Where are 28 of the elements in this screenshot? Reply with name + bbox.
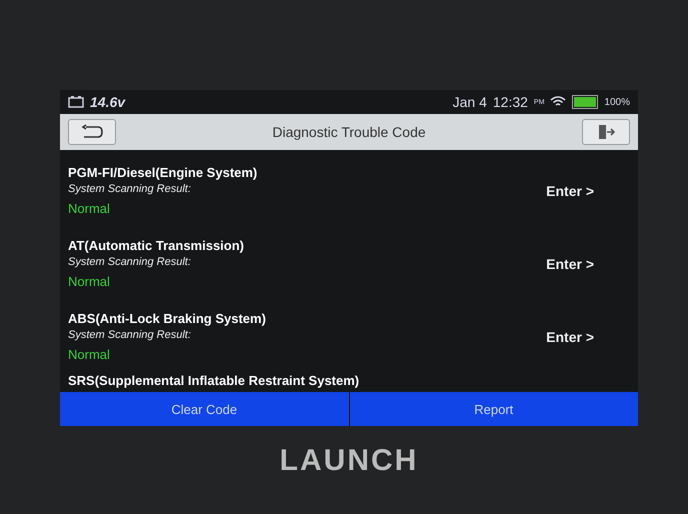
system-name: AT(Automatic Transmission) xyxy=(68,238,244,253)
battery-voltage-icon xyxy=(68,96,84,108)
system-name: SRS(Supplemental Inflatable Restraint System) xyxy=(68,373,360,388)
back-arrow-icon xyxy=(80,124,104,140)
time-text: 12:32 xyxy=(492,94,528,110)
exit-door-icon xyxy=(597,124,615,140)
exit-button[interactable] xyxy=(582,119,630,145)
system-name: PGM-FI/Diesel(Engine System) xyxy=(68,165,258,180)
page-title: Diagnostic Trouble Code xyxy=(272,124,426,140)
back-button[interactable] xyxy=(68,119,116,145)
system-name: ABS(Anti-Lock Braking System) xyxy=(68,311,266,326)
result-label: System Scanning Result: xyxy=(68,183,192,195)
brand-logo: LAUNCH xyxy=(278,444,420,478)
result-status: Normal xyxy=(68,347,111,362)
result-status: Normal xyxy=(68,201,111,216)
wifi-icon xyxy=(550,96,566,108)
battery-percent: 100% xyxy=(604,96,630,108)
result-label: System Scanning Result: xyxy=(68,256,192,268)
date-text: Jan 4 xyxy=(452,94,487,110)
action-button[interactable]: Clear Code xyxy=(60,392,348,426)
enter-link[interactable]: Enter > xyxy=(546,328,594,344)
enter-link[interactable]: Enter > xyxy=(546,182,594,198)
result-status: Normal xyxy=(68,274,111,289)
battery-icon xyxy=(572,95,598,109)
action-button[interactable]: Report xyxy=(350,392,638,426)
result-label: System Scanning Result: xyxy=(68,329,192,341)
enter-link[interactable]: Enter > xyxy=(546,256,594,272)
voltage-reading: 14.6v xyxy=(90,94,126,110)
